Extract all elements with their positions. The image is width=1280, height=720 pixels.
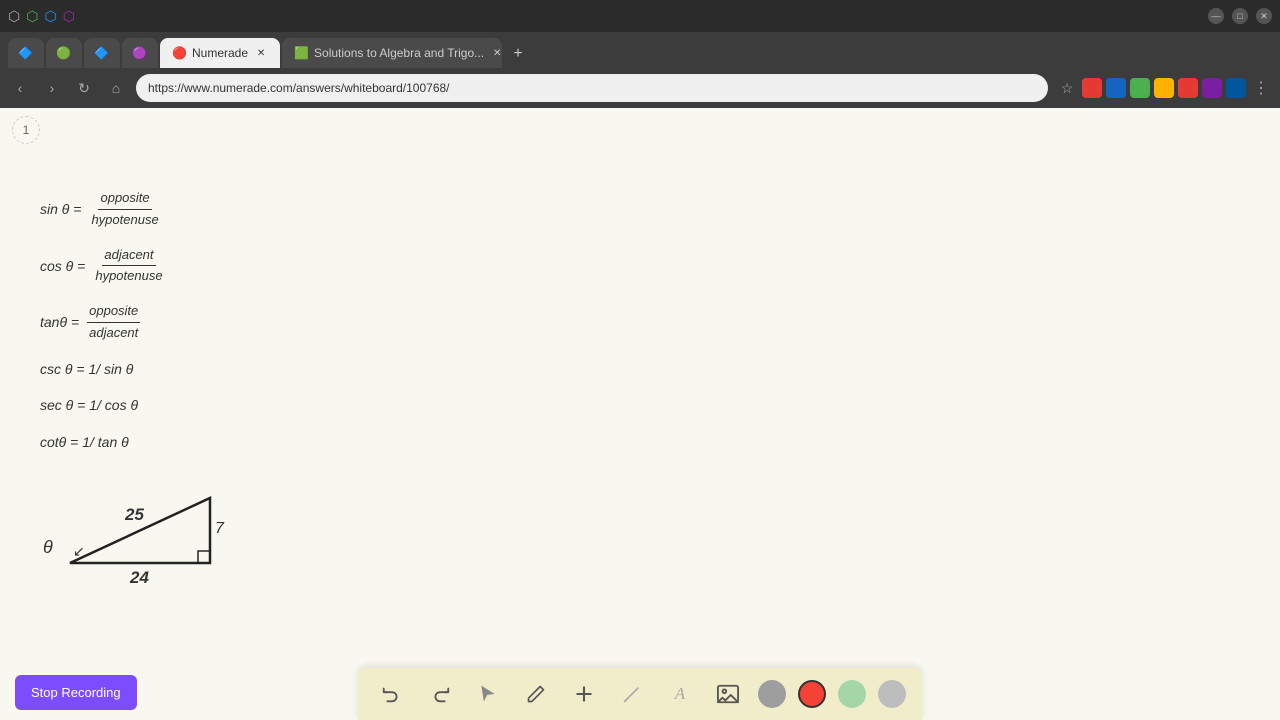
triangle-area: θ ↙ 25 7 24 (15, 468, 255, 603)
formula-csc: csc θ = 1/ sin θ (40, 358, 167, 380)
extension-icon-1[interactable] (1082, 78, 1102, 98)
maximize-button[interactable]: □ (1232, 8, 1248, 24)
forward-button[interactable]: › (40, 76, 64, 100)
fraction-cos-den: hypotenuse (93, 266, 164, 287)
reload-button[interactable]: ↻ (72, 76, 96, 100)
address-input[interactable] (136, 74, 1048, 102)
tab-3[interactable]: 🔷 (84, 38, 120, 68)
tab-bar: 🔷 🟢 🔷 🟣 🔴 Numerade ✕ 🟩 Solutions to Alge… (0, 32, 1280, 68)
home-button[interactable]: ⌂ (104, 76, 128, 100)
tab-solutions-label: Solutions to Algebra and Trigo... (314, 46, 484, 60)
tab-numerade-favicon: 🔴 (172, 46, 186, 60)
fraction-tan: opposite adjacent (87, 301, 140, 344)
formulas-area: sin θ = opposite hypotenuse cos θ = adja… (40, 188, 167, 467)
menu-icon[interactable]: ⋮ (1250, 77, 1272, 99)
title-bar-icons: ⬡ ⬡ ⬡ ⬡ (8, 8, 75, 25)
color-light-gray[interactable] (878, 680, 906, 708)
highlight-button[interactable] (614, 676, 650, 712)
extension-icon-5[interactable] (1178, 78, 1198, 98)
address-bar: ‹ › ↻ ⌂ ☆ ⋮ (0, 68, 1280, 108)
extension-icon-7[interactable] (1226, 78, 1246, 98)
right-angle-marker (198, 551, 210, 563)
new-tab-button[interactable]: + (504, 40, 532, 68)
formula-sin: sin θ = opposite hypotenuse (40, 188, 167, 231)
formula-cot: cotθ = 1/ tan θ (40, 431, 167, 453)
adjacent-label: 24 (129, 568, 149, 587)
formula-sin-prefix: sin θ = (40, 198, 81, 220)
extension-icon-6[interactable] (1202, 78, 1222, 98)
tab-solutions[interactable]: 🟩 Solutions to Algebra and Trigo... ✕ (282, 38, 502, 68)
color-green[interactable] (838, 680, 866, 708)
extension-icon-3[interactable] (1130, 78, 1150, 98)
select-tool-button[interactable] (470, 676, 506, 712)
opposite-label: 7 (215, 520, 225, 537)
tab-numerade-label: Numerade (192, 46, 248, 60)
theta-label: θ (43, 537, 53, 557)
formula-sec: sec θ = 1/ cos θ (40, 394, 167, 416)
browser-window: ⬡ ⬡ ⬡ ⬡ — □ ✕ 🔷 🟢 🔷 🟣 🔴 Numerade ✕ (0, 0, 1280, 720)
redo-button[interactable] (422, 676, 458, 712)
fraction-cos: adjacent hypotenuse (93, 245, 164, 288)
undo-button[interactable] (374, 676, 410, 712)
triangle-svg: θ ↙ 25 7 24 (15, 468, 255, 598)
formula-cot-text: cotθ = 1/ tan θ (40, 431, 129, 453)
tab-1[interactable]: 🔷 (8, 38, 44, 68)
formula-cos: cos θ = adjacent hypotenuse (40, 245, 167, 288)
color-red[interactable] (798, 680, 826, 708)
text-tool-button[interactable]: A (662, 676, 698, 712)
content-area: 1 sin θ = opposite hypotenuse cos θ = ad… (0, 108, 1280, 720)
image-button[interactable] (710, 676, 746, 712)
fraction-sin-num: opposite (98, 188, 151, 210)
tab-4[interactable]: 🟣 (122, 38, 158, 68)
toolbar: A (358, 668, 922, 720)
extension-icon-4[interactable] (1154, 78, 1174, 98)
fraction-tan-den: adjacent (87, 323, 140, 344)
tab-numerade[interactable]: 🔴 Numerade ✕ (160, 38, 280, 68)
fraction-tan-num: opposite (87, 301, 140, 323)
formula-tan: tanθ = opposite adjacent (40, 301, 167, 344)
fraction-sin-den: hypotenuse (89, 210, 160, 231)
close-button[interactable]: ✕ (1256, 8, 1272, 24)
extension-icon-2[interactable] (1106, 78, 1126, 98)
pen-tool-button[interactable] (518, 676, 554, 712)
tab-2[interactable]: 🟢 (46, 38, 82, 68)
back-button[interactable]: ‹ (8, 76, 32, 100)
stop-recording-button[interactable]: Stop Recording (15, 675, 137, 710)
angle-mark: ↙ (73, 543, 85, 559)
browser-actions: ☆ ⋮ (1056, 77, 1272, 99)
formula-csc-text: csc θ = 1/ sin θ (40, 358, 133, 380)
formula-sec-text: sec θ = 1/ cos θ (40, 394, 138, 416)
tab-numerade-close[interactable]: ✕ (254, 46, 268, 60)
fraction-sin: opposite hypotenuse (89, 188, 160, 231)
window-controls: — □ ✕ (1208, 8, 1272, 24)
page-number: 1 (12, 116, 40, 144)
add-button[interactable] (566, 676, 602, 712)
color-gray[interactable] (758, 680, 786, 708)
hypotenuse-label: 25 (124, 505, 144, 524)
formula-tan-prefix: tanθ = (40, 311, 79, 333)
formula-cos-prefix: cos θ = (40, 255, 85, 277)
title-bar: ⬡ ⬡ ⬡ ⬡ — □ ✕ (0, 0, 1280, 32)
star-icon[interactable]: ☆ (1056, 77, 1078, 99)
fraction-cos-num: adjacent (102, 245, 155, 267)
minimize-button[interactable]: — (1208, 8, 1224, 24)
tab-solutions-close[interactable]: ✕ (490, 46, 502, 60)
tab-solutions-favicon: 🟩 (294, 46, 308, 60)
